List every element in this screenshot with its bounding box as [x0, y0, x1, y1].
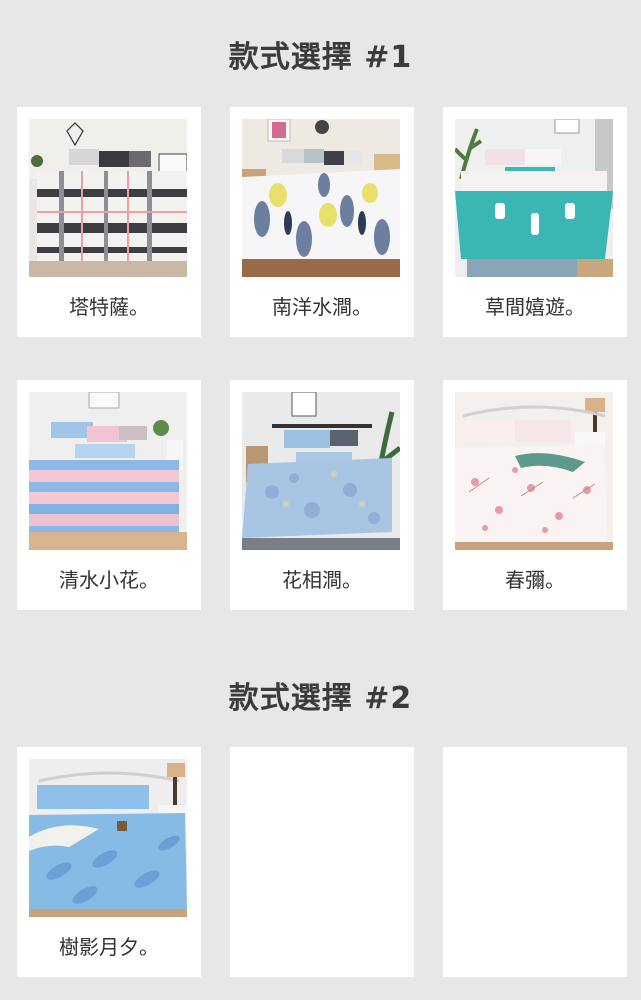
style-card-nanyang[interactable]: 南洋水澗。 [230, 107, 414, 337]
bedding-white-palm-leaf-photo [242, 119, 400, 277]
style-card-huaxiang[interactable]: 花相澗。 [230, 380, 414, 610]
bedding-grey-plaid-photo [29, 119, 187, 277]
style-label: 南洋水澗。 [272, 295, 372, 319]
bedding-pink-blue-stripe-photo [29, 392, 187, 550]
style-card-shuying[interactable]: 樹影月夕。 [17, 747, 201, 977]
bedding-blue-leaf-photo [29, 759, 187, 917]
section-title-style-1: 款式選擇 #1 [228, 40, 413, 75]
style-label: 春彌。 [505, 568, 565, 592]
style-label: 花相澗。 [282, 568, 362, 592]
style-card-empty [230, 747, 414, 977]
bedding-pink-blossom-photo [455, 392, 613, 550]
style-label: 樹影月夕。 [59, 935, 159, 959]
style-card-chunmi[interactable]: 春彌。 [443, 380, 627, 610]
style-label: 草間嬉遊。 [485, 295, 585, 319]
style-label: 塔特薩。 [69, 295, 149, 319]
style-card-qingshui[interactable]: 清水小花。 [17, 380, 201, 610]
style-card-tattersall[interactable]: 塔特薩。 [17, 107, 201, 337]
style-card-caojian[interactable]: 草間嬉遊。 [443, 107, 627, 337]
style-card-empty [443, 747, 627, 977]
bedding-teal-cactus-photo [455, 119, 613, 277]
style-label: 清水小花。 [59, 568, 159, 592]
bedding-blue-floral-photo [242, 392, 400, 550]
section-title-style-2: 款式選擇 #2 [228, 681, 413, 716]
